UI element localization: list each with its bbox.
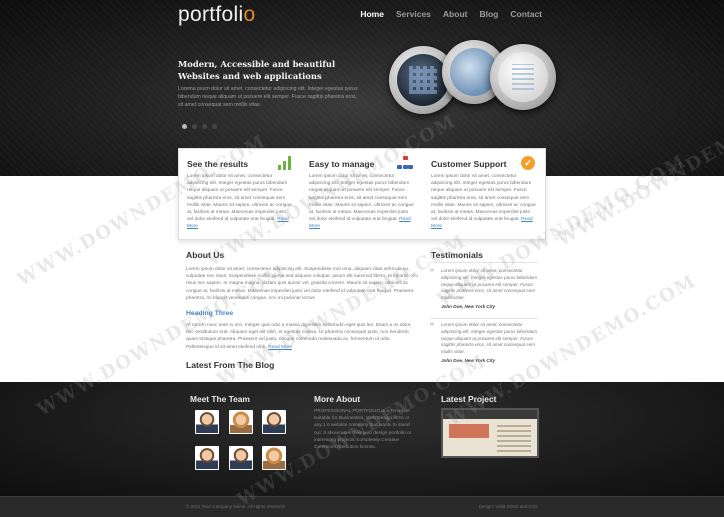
hero-text: Lorema psum dolor sit amet, consectetur … (178, 86, 358, 108)
feature-boxes: See the results Lorem ipsum dolor sit am… (178, 148, 546, 240)
testimonial: “ Lorem ipsum dolor sit amet, consectetu… (430, 320, 538, 365)
feature-text: Lorem ipsum dolor sit amet, consectetur … (309, 174, 414, 230)
hero-device-ereader (490, 44, 556, 110)
testimonial-text: Lorem ipsum dolor sit amet, consectetur … (441, 322, 538, 355)
slider-dot[interactable] (182, 124, 187, 129)
quote-icon: “ (430, 266, 434, 280)
nav-home[interactable]: Home (360, 9, 384, 19)
heading-text: At rutrum nunc ante in orci. Integer qui… (186, 323, 412, 350)
feature-text: Lorem ipsum dolor sit amet, consectetur … (187, 174, 292, 230)
feature-support: ✓ Customer Support Lorem ipsum dolor sit… (423, 149, 545, 239)
nav-about[interactable]: About (443, 9, 468, 19)
team-member-photo[interactable] (262, 446, 286, 470)
about-text: Lorem ipsum dolor sit amet, consectetur … (186, 267, 418, 301)
main-nav: Home Services About Blog Contact (360, 9, 542, 19)
testimonial-author: John Doe, New York City (441, 357, 496, 363)
slider-dot[interactable] (212, 124, 217, 129)
team-member-photo[interactable] (229, 410, 253, 434)
site-logo[interactable]: portfolio (178, 3, 255, 27)
team-member-photo[interactable] (195, 446, 219, 470)
device-screen (498, 52, 548, 102)
latest-project-title: Latest Project (441, 394, 497, 404)
nav-blog[interactable]: Blog (479, 9, 498, 19)
testimonial-text: Lorem ipsum dolor sit amet, consectetur … (441, 268, 538, 301)
read-more-link[interactable]: Read More (268, 345, 292, 350)
hero-title: Modern, Accessible and beautiful Website… (178, 59, 336, 81)
bar-chart-icon (278, 156, 291, 170)
checkmark-icon: ✓ (521, 156, 535, 170)
heading-three: Heading Three (186, 310, 234, 317)
team-member-photo[interactable] (229, 446, 253, 470)
slider-pagination (182, 124, 217, 129)
feature-manage: Easy to manage Lorem ipsum dolor sit ame… (301, 149, 423, 239)
about-title: About Us (186, 250, 225, 260)
slider-dot[interactable] (192, 124, 197, 129)
testimonial: “ Lorem ipsum dolor sit amet, consectetu… (430, 266, 538, 311)
device-screen (397, 54, 449, 106)
bottom-bar (0, 496, 724, 517)
feature-results: See the results Lorem ipsum dolor sit am… (179, 149, 301, 239)
slider-dot[interactable] (202, 124, 207, 129)
divider (430, 318, 538, 319)
quote-icon: “ (430, 320, 434, 334)
testimonial-author: John Doe, New York City (441, 303, 496, 309)
logo-text: portfolio (178, 3, 256, 26)
nav-services[interactable]: Services (396, 9, 431, 19)
testimonials-title: Testimonials (431, 250, 483, 260)
feature-text: Lorem ipsum dolor sit amet, consectetur … (431, 174, 536, 230)
divider (430, 262, 538, 263)
team-member-photo[interactable] (195, 410, 219, 434)
team-member-photo[interactable] (262, 410, 286, 434)
blog-title: Latest From The Blog (186, 360, 275, 370)
more-about-title: More About (314, 394, 361, 404)
copyright-text: © 2011 Your Company Name. All rights res… (186, 504, 286, 509)
credit-text: Design: Valid Xhtml and CSS (478, 504, 538, 509)
org-chart-icon (397, 156, 413, 170)
latest-project-thumbnail[interactable] (441, 408, 539, 458)
nav-contact[interactable]: Contact (510, 9, 542, 19)
team-title: Meet The Team (190, 394, 250, 404)
more-about-text: PROFESSIONAL PORTFOLIO is a Template sui… (314, 409, 412, 451)
